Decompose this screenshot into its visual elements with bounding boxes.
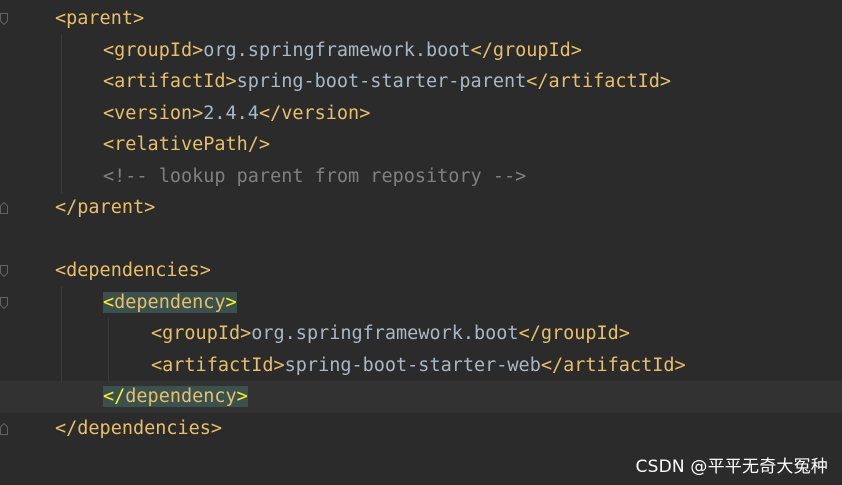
xml-text: org.springframework.boot — [251, 323, 519, 344]
xml-tag: </artifactId> — [540, 355, 686, 376]
xml-tag: <parent> — [55, 8, 145, 29]
code-line[interactable]: <relativePath/> — [0, 129, 842, 161]
code-line[interactable]: </dependencies> — [0, 413, 842, 445]
xml-tag-name: dependency — [125, 386, 237, 407]
xml-text: spring-boot-starter-web — [284, 355, 541, 376]
xml-tag: </parent> — [55, 197, 156, 218]
xml-text: spring-boot-starter-parent — [236, 71, 527, 92]
code-line[interactable]: <groupId>org.springframework.boot</group… — [0, 35, 842, 67]
watermark: CSDN @平平无奇大冤种 — [635, 457, 828, 477]
code-line[interactable]: <!-- lookup parent from repository --> — [0, 161, 842, 193]
code-line[interactable]: <version>2.4.4</version> — [0, 98, 842, 130]
xml-tag: <artifactId> — [103, 71, 237, 92]
code-line[interactable]: <dependencies> — [0, 255, 842, 287]
tag-bracket: > — [225, 292, 237, 313]
code-line[interactable]: <groupId>org.springframework.boot</group… — [0, 318, 842, 350]
xml-tag: <version> — [103, 103, 204, 124]
xml-tag: <dependencies> — [55, 260, 211, 281]
xml-tag: </groupId> — [470, 40, 582, 61]
current-code-line[interactable]: </dependency> — [0, 381, 842, 413]
xml-tag: </version> — [258, 103, 371, 124]
xml-tag: </groupId> — [518, 323, 630, 344]
code-line[interactable]: <dependency> — [0, 287, 842, 319]
xml-text: 2.4.4 — [203, 103, 259, 124]
code-line[interactable]: <parent> — [0, 3, 842, 35]
xml-tag: <groupId> — [103, 40, 204, 61]
code-line[interactable]: </parent> — [0, 192, 842, 224]
xml-tag: </artifactId> — [526, 71, 672, 92]
xml-text: org.springframework.boot — [203, 40, 471, 61]
matched-tag-highlight: </dependency> — [103, 386, 248, 407]
xml-tag: <groupId> — [151, 323, 252, 344]
code-line[interactable]: <artifactId>spring-boot-starter-parent</… — [0, 66, 842, 98]
code-line[interactable] — [0, 224, 842, 256]
xml-comment: <!-- lookup parent from repository --> — [103, 166, 527, 187]
code-line[interactable]: <artifactId>spring-boot-starter-web</art… — [0, 350, 842, 382]
xml-tag: <artifactId> — [151, 355, 285, 376]
xml-tag-name: dependency — [114, 292, 226, 313]
tag-bracket: </ — [103, 386, 126, 407]
tag-bracket: > — [236, 386, 248, 407]
tag-bracket: < — [103, 292, 115, 313]
xml-tag: </dependencies> — [55, 418, 223, 439]
xml-tag: <relativePath/> — [103, 134, 271, 155]
matched-tag-highlight: <dependency> — [103, 292, 237, 313]
